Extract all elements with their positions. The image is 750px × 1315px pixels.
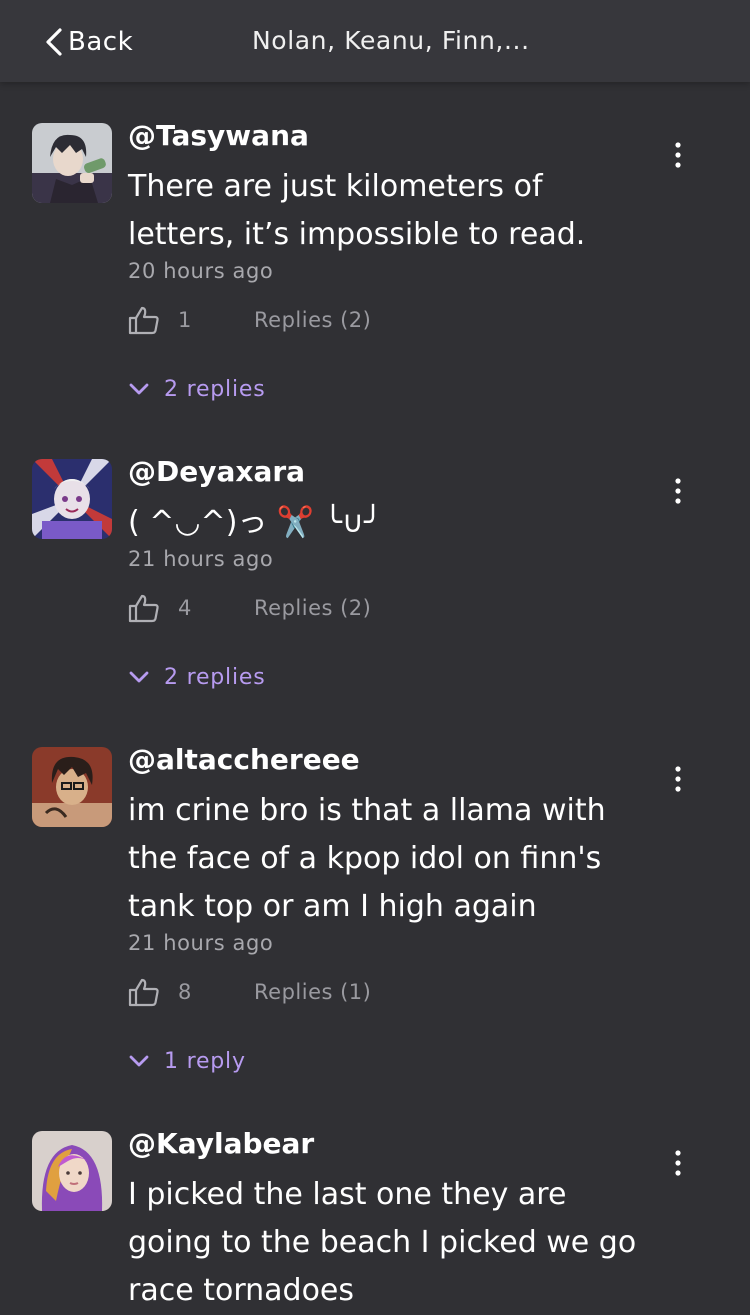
replies-link[interactable]: Replies (1) [254, 980, 371, 1004]
more-options-icon[interactable] [662, 473, 694, 509]
back-button[interactable]: Back [44, 22, 133, 62]
conversation-title: Nolan, Keanu, Finn,... [252, 26, 530, 55]
comment-username[interactable]: @Tasywana [128, 119, 309, 152]
expand-replies-button[interactable]: 2 replies [128, 373, 265, 405]
like-button[interactable]: 4 [128, 593, 198, 623]
expand-replies-label: 2 replies [164, 664, 266, 690]
expand-replies-label: 1 reply [164, 1048, 246, 1074]
comment-username[interactable]: @Kaylabear [128, 1127, 314, 1160]
chevron-down-icon [129, 671, 149, 683]
comment-timestamp: 21 hours ago [128, 931, 274, 955]
comment-actions: 8 Replies (1) [128, 975, 371, 1009]
replies-link[interactable]: Replies (2) [254, 596, 371, 620]
comment-actions: 1 Replies (2) [128, 303, 371, 337]
more-options-icon[interactable] [662, 137, 694, 173]
like-count: 4 [178, 596, 192, 620]
avatar[interactable] [32, 747, 112, 827]
comment-username[interactable]: @altacchereee [128, 743, 360, 776]
thumbs-up-icon [128, 978, 159, 1007]
top-nav-bar: Back Nolan, Keanu, Finn,... [0, 0, 750, 82]
chevron-left-icon [46, 28, 62, 56]
comment-text: im crine bro is that a llama with the fa… [128, 793, 606, 924]
expand-replies-label: 2 replies [164, 376, 266, 402]
comment-text: I picked the last one they are going to … [128, 1177, 637, 1308]
comment-timestamp: 20 hours ago [128, 259, 274, 283]
back-label: Back [68, 27, 134, 57]
like-count: 8 [178, 980, 192, 1004]
comment-text: ( ^◡^)っ ✂️ ╰∪╯ [128, 505, 382, 540]
replies-link[interactable]: Replies (2) [254, 308, 371, 332]
avatar[interactable] [32, 1131, 112, 1211]
thumbs-up-icon [128, 594, 159, 623]
expand-replies-button[interactable]: 1 reply [128, 1045, 246, 1077]
like-button[interactable]: 8 [128, 977, 198, 1007]
like-count: 1 [178, 308, 192, 332]
more-options-icon[interactable] [662, 1145, 694, 1181]
comment-actions: 4 Replies (2) [128, 591, 371, 625]
expand-replies-button[interactable]: 2 replies [128, 661, 265, 693]
thumbs-up-icon [128, 306, 159, 335]
like-button[interactable]: 1 [128, 305, 198, 335]
comment-timestamp: 21 hours ago [128, 547, 274, 571]
avatar[interactable] [32, 123, 112, 203]
chevron-down-icon [129, 383, 149, 395]
chevron-down-icon [129, 1055, 149, 1067]
more-options-icon[interactable] [662, 761, 694, 797]
comment-username[interactable]: @Deyaxara [128, 455, 305, 488]
comment-text: There are just kilometers of letters, it… [128, 169, 586, 252]
avatar[interactable] [32, 459, 112, 539]
